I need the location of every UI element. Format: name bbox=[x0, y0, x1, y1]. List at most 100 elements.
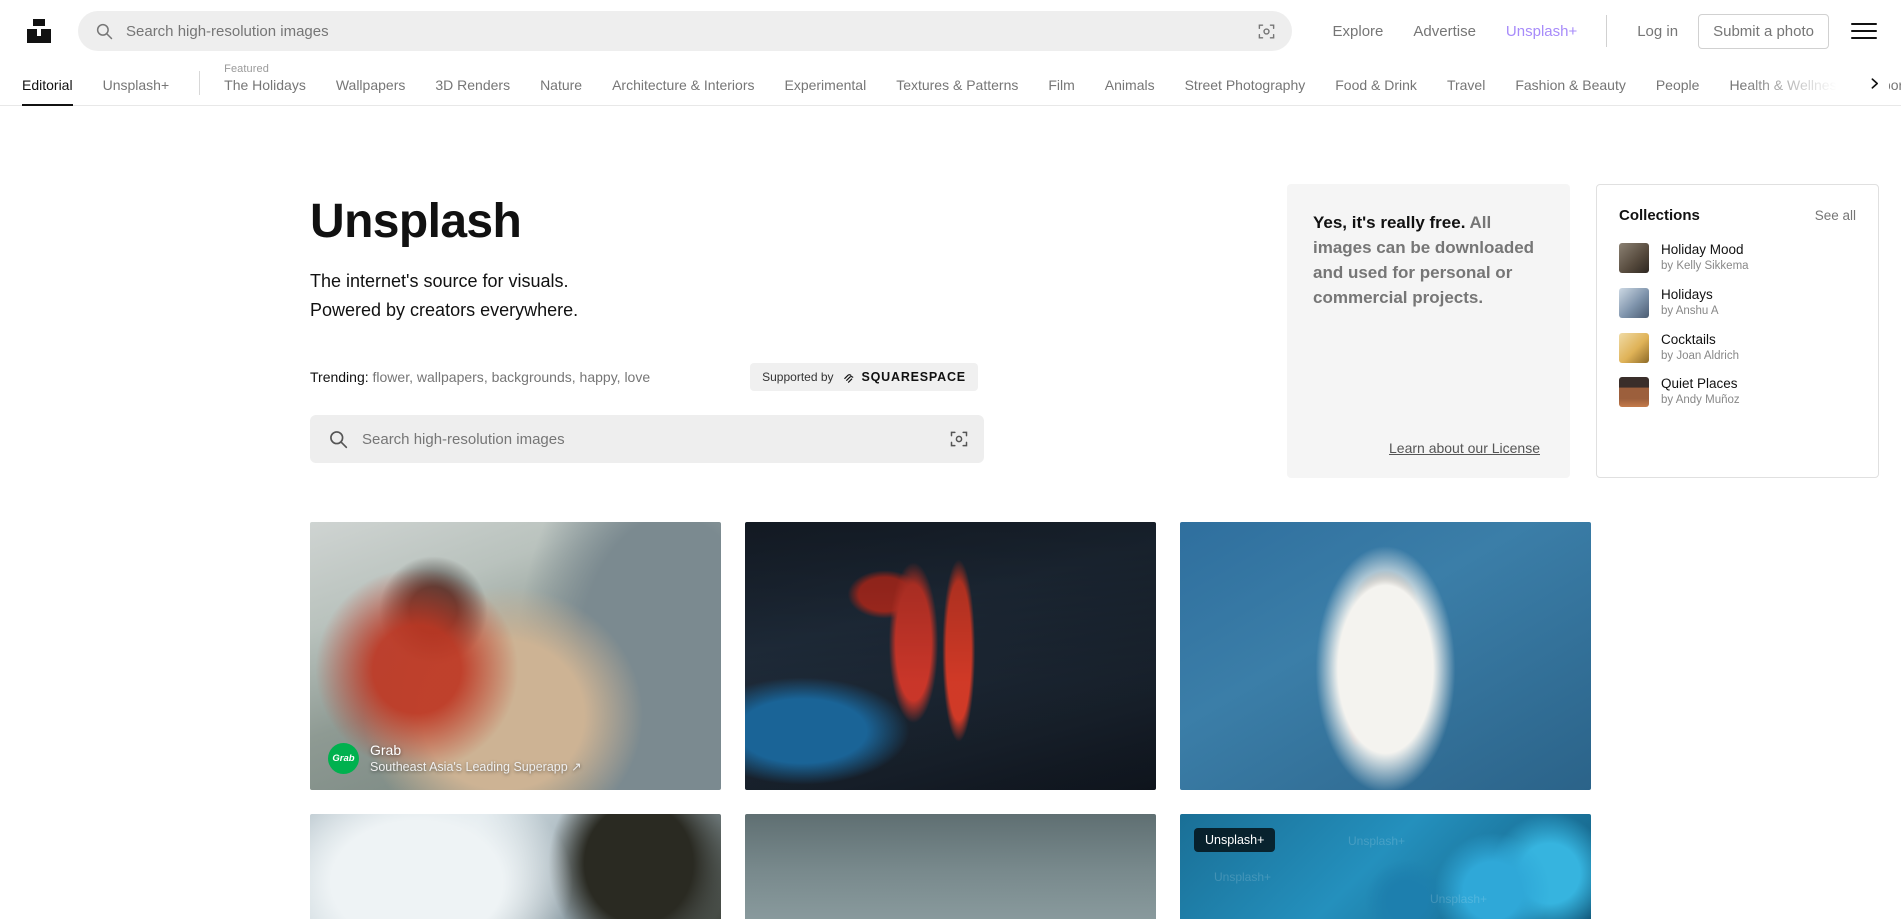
photo-card-plus[interactable]: Unsplash+ Unsplash+ Unsplash+ Unsplash+ bbox=[1180, 814, 1591, 919]
featured-category-group: Featured The Holidays bbox=[224, 63, 336, 106]
hamburger-menu-icon[interactable] bbox=[1851, 18, 1877, 44]
photo-grid-column-3: Unsplash+ Unsplash+ Unsplash+ Unsplash+ bbox=[1180, 522, 1591, 919]
collection-item-quiet-places[interactable]: Quiet Places by Andy Muñoz bbox=[1619, 376, 1856, 408]
photo-card-sponsored[interactable]: Grab Grab Southeast Asia's Leading Super… bbox=[310, 522, 721, 790]
trending-term-happy[interactable]: happy bbox=[580, 369, 617, 385]
chevron-right-icon[interactable] bbox=[1859, 62, 1889, 104]
featured-label: Featured bbox=[224, 63, 269, 75]
hero-subtitle-line-2: Powered by creators everywhere. bbox=[310, 299, 579, 320]
collection-thumbnail bbox=[1619, 377, 1649, 408]
search-input[interactable] bbox=[126, 22, 1256, 40]
header-search-bar[interactable] bbox=[78, 11, 1292, 51]
top-header: Explore Advertise Unsplash+ Log in Submi… bbox=[0, 0, 1901, 62]
category-film[interactable]: Film bbox=[1048, 77, 1074, 106]
trending-label: Trending: bbox=[310, 369, 369, 386]
category-architecture-interiors[interactable]: Architecture & Interiors bbox=[612, 77, 754, 106]
collection-name: Holiday Mood bbox=[1661, 242, 1744, 257]
hero-search-bar[interactable] bbox=[310, 415, 984, 464]
category-food-drink[interactable]: Food & Drink bbox=[1335, 77, 1417, 106]
page-title: Unsplash bbox=[310, 195, 522, 248]
category-textures-patterns[interactable]: Textures & Patterns bbox=[896, 77, 1018, 106]
category-divider bbox=[199, 71, 201, 95]
license-link[interactable]: Learn about our License bbox=[1389, 440, 1540, 456]
collection-name: Quiet Places bbox=[1661, 376, 1738, 392]
collection-item-holiday-mood[interactable]: Holiday Mood by Kelly Sikkema bbox=[1619, 242, 1856, 274]
collections-title: Collections bbox=[1619, 207, 1700, 224]
sponsor-badge[interactable]: Supported by SQUARESPACE bbox=[750, 363, 978, 392]
trending-row: Trending: flower, wallpapers, background… bbox=[310, 363, 1287, 392]
unsplash-logo-icon[interactable] bbox=[22, 14, 56, 48]
collection-author: by Anshu A bbox=[1661, 304, 1719, 317]
header-nav: Explore Advertise Unsplash+ Log in Submi… bbox=[1318, 13, 1877, 49]
search-icon bbox=[328, 429, 348, 449]
hero-section: Unsplash The internet's source for visua… bbox=[0, 106, 1901, 478]
squarespace-logo-icon: SQUARESPACE bbox=[842, 370, 966, 385]
photo-grid-column-2 bbox=[745, 522, 1156, 919]
sponsor-brand: SQUARESPACE bbox=[861, 370, 966, 385]
category-fashion-beauty[interactable]: Fashion & Beauty bbox=[1515, 77, 1626, 106]
category-nature[interactable]: Nature bbox=[540, 77, 582, 106]
collection-author: by Kelly Sikkema bbox=[1661, 259, 1749, 272]
search-icon bbox=[94, 21, 114, 41]
photo-grid: Grab Grab Southeast Asia's Leading Super… bbox=[288, 478, 1613, 919]
hero-subtitle-line-1: The internet's source for visuals. bbox=[310, 270, 569, 291]
photo-grid-column-1: Grab Grab Southeast Asia's Leading Super… bbox=[310, 522, 721, 919]
unsplash-plus-badge[interactable]: Unsplash+ bbox=[1194, 828, 1276, 852]
nav-divider bbox=[1606, 15, 1608, 47]
category-nav-scroller[interactable]: Editorial Unsplash+ Featured The Holiday… bbox=[0, 62, 1901, 106]
license-text: Yes, it's really free. All images can be… bbox=[1313, 210, 1540, 311]
hero-search-input[interactable] bbox=[362, 430, 948, 448]
visual-search-icon[interactable] bbox=[948, 428, 970, 450]
photo-card[interactable] bbox=[310, 814, 721, 919]
trending-list: Trending: flower, wallpapers, background… bbox=[310, 369, 651, 386]
hero-subtitle: The internet's source for visuals. Power… bbox=[310, 267, 1287, 325]
collection-author: by Joan Aldrich bbox=[1661, 349, 1739, 362]
collection-thumbnail bbox=[1619, 287, 1649, 318]
category-health-wellness[interactable]: Health & Wellness bbox=[1729, 77, 1843, 106]
photo-card[interactable] bbox=[1180, 522, 1591, 790]
nav-advertise[interactable]: Advertise bbox=[1398, 23, 1491, 40]
category-animals[interactable]: Animals bbox=[1105, 77, 1155, 106]
hero-left-column: Unsplash The internet's source for visua… bbox=[22, 162, 1287, 478]
category-people[interactable]: People bbox=[1656, 77, 1700, 106]
photo-card[interactable] bbox=[745, 814, 1156, 919]
trending-term-backgrounds[interactable]: backgrounds bbox=[492, 369, 572, 385]
category-experimental[interactable]: Experimental bbox=[784, 77, 866, 106]
collection-name: Cocktails bbox=[1661, 331, 1716, 347]
category-nav-bar: Editorial Unsplash+ Featured The Holiday… bbox=[0, 62, 1901, 106]
watermark: Unsplash+ bbox=[1214, 870, 1272, 884]
avatar: Grab bbox=[328, 742, 359, 774]
collections-card: Collections See all Holiday Mood by Kell… bbox=[1596, 184, 1879, 478]
trending-term-flower[interactable]: flower bbox=[373, 369, 410, 385]
collections-see-all-link[interactable]: See all bbox=[1815, 208, 1856, 223]
collections-header: Collections See all bbox=[1619, 207, 1856, 224]
category-wallpapers[interactable]: Wallpapers bbox=[336, 77, 406, 106]
watermark: Unsplash+ bbox=[1348, 834, 1406, 848]
watermark: Unsplash+ bbox=[1430, 892, 1488, 906]
collection-author: by Andy Muñoz bbox=[1661, 394, 1740, 407]
trending-term-wallpapers[interactable]: wallpapers bbox=[417, 369, 484, 385]
hero-cards: Yes, it's really free. All images can be… bbox=[1287, 162, 1879, 478]
nav-explore[interactable]: Explore bbox=[1318, 23, 1399, 40]
collection-thumbnail bbox=[1619, 242, 1649, 273]
login-link[interactable]: Log in bbox=[1621, 23, 1694, 40]
category-3d-renders[interactable]: 3D Renders bbox=[435, 77, 510, 106]
tab-editorial[interactable]: Editorial bbox=[22, 77, 73, 106]
category-travel[interactable]: Travel bbox=[1447, 77, 1485, 106]
trending-term-love[interactable]: love bbox=[624, 369, 650, 385]
sponsor-prefix: Supported by bbox=[762, 370, 834, 385]
nav-unsplash-plus[interactable]: Unsplash+ bbox=[1491, 23, 1592, 40]
tab-unsplash-plus[interactable]: Unsplash+ bbox=[103, 77, 170, 106]
collection-item-cocktails[interactable]: Cocktails by Joan Aldrich bbox=[1619, 332, 1856, 364]
sponsor-tagline: Southeast Asia's Leading Superapp ↗ bbox=[370, 760, 582, 775]
visual-search-icon[interactable] bbox=[1256, 20, 1278, 42]
collection-item-holidays[interactable]: Holidays by Anshu A bbox=[1619, 287, 1856, 319]
sponsor-name: Grab bbox=[370, 741, 402, 758]
submit-photo-button[interactable]: Submit a photo bbox=[1698, 13, 1829, 49]
sponsor-overlay[interactable]: Grab Grab Southeast Asia's Leading Super… bbox=[328, 741, 582, 776]
category-street-photography[interactable]: Street Photography bbox=[1185, 77, 1306, 106]
category-the-holidays[interactable]: The Holidays bbox=[224, 77, 306, 106]
collection-name: Holidays bbox=[1661, 286, 1713, 302]
photo-card[interactable] bbox=[745, 522, 1156, 790]
license-highlight: Yes, it's really free. bbox=[1313, 213, 1466, 232]
